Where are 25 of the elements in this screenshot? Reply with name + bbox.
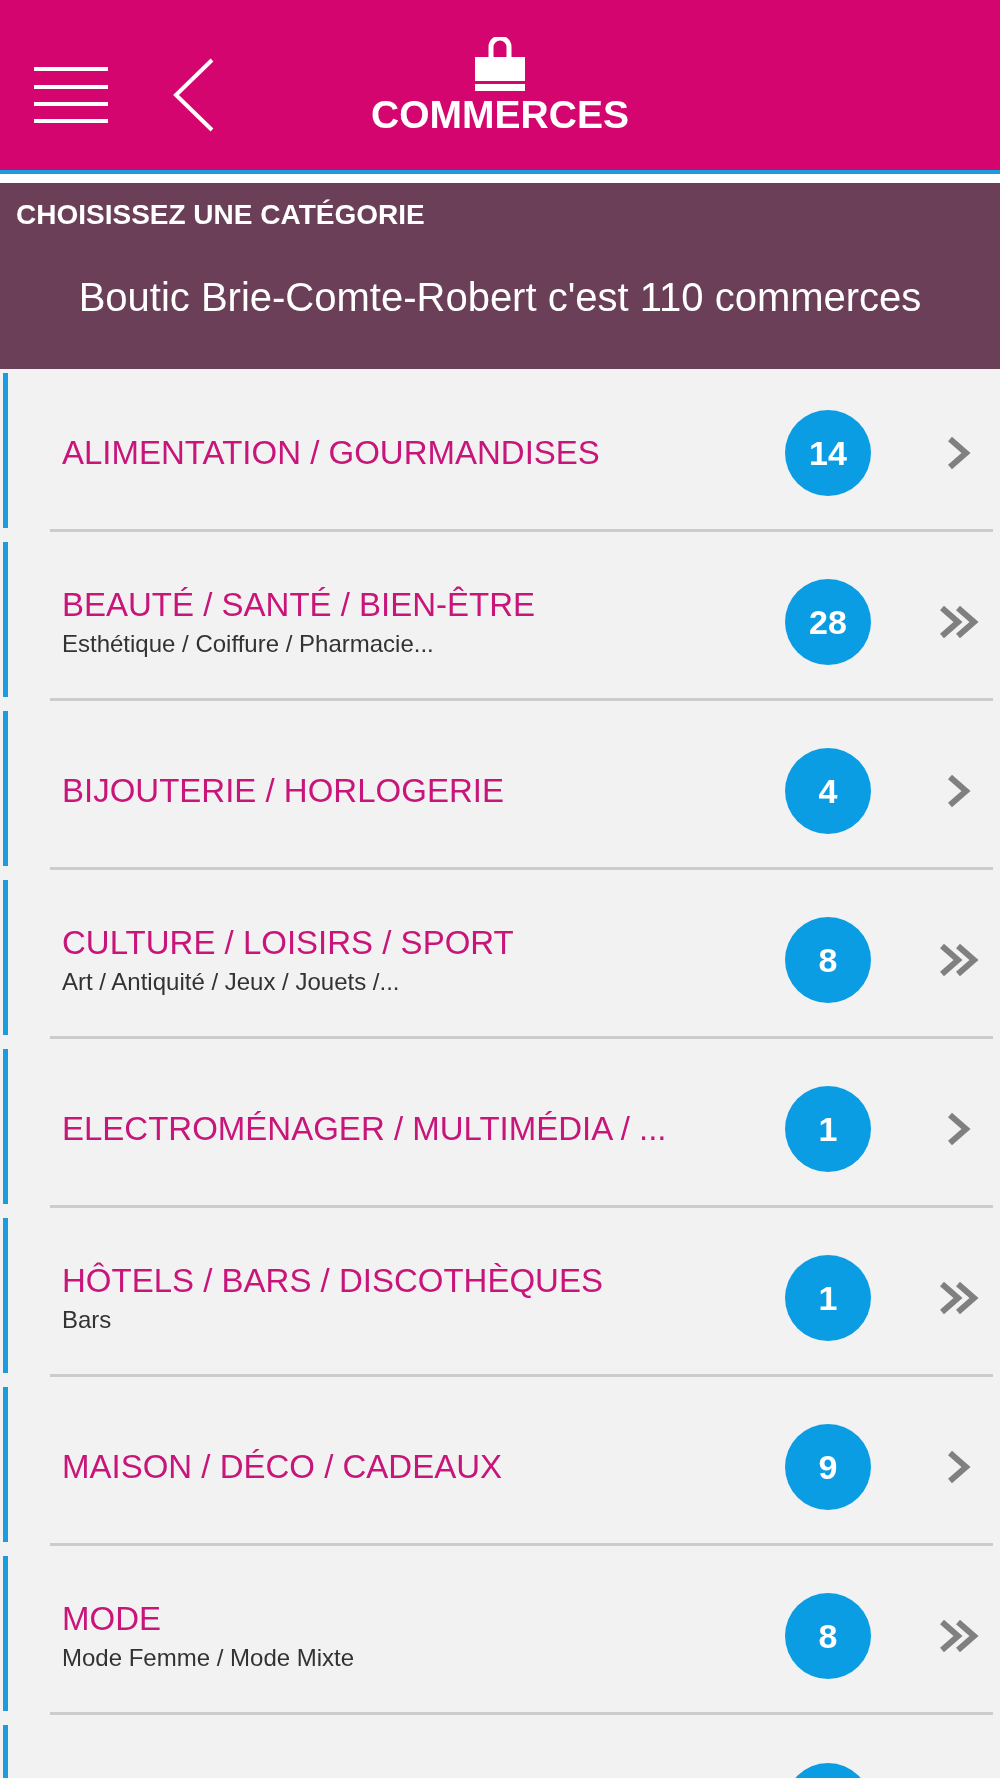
category-subtitle: Esthétique / Coiffure / Pharmacie... — [62, 630, 435, 658]
category-title: HÔTELS / BARS / DISCOTHÈQUES — [62, 1262, 604, 1300]
count-badge: 8 — [785, 1593, 871, 1679]
banner-heading: CHOISISSEZ UNE CATÉGORIE — [16, 199, 426, 231]
category-title: BIJOUTERIE / HORLOGERIE — [62, 772, 505, 810]
count-badge: 9 — [785, 1424, 871, 1510]
count-badge: 4 — [785, 748, 871, 834]
count-badge: 28 — [785, 579, 871, 665]
shopping-bag-icon — [473, 37, 527, 91]
page-title: COMMERCES — [371, 93, 629, 137]
category-title: BEAUTÉ / SANTÉ / BIEN-ÊTRE — [62, 586, 537, 624]
menu-icon[interactable] — [34, 66, 108, 124]
count-badge: 8 — [785, 917, 871, 1003]
category-subtitle: Art / Antiquité / Jeux / Jouets /... — [62, 968, 401, 996]
category-title: MAISON / DÉCO / CADEAUX — [62, 1448, 504, 1486]
category-title: CULTURE / LOISIRS / SPORT — [62, 924, 515, 962]
count-badge: 1 — [785, 1086, 871, 1172]
count-badge: 1 — [785, 1255, 871, 1341]
category-title: MODE — [62, 1600, 162, 1638]
category-title: ELECTROMÉNAGER / MULTIMÉDIA / ... — [62, 1110, 668, 1148]
banner-summary: Boutic Brie-Comte-Robert c'est 110 commerces — [77, 275, 923, 320]
category-title: ALIMENTATION / GOURMANDISES — [62, 434, 601, 472]
category-subtitle: Bars — [62, 1306, 113, 1334]
category-subtitle: Mode Femme / Mode Mixte — [62, 1644, 356, 1672]
count-badge: 14 — [785, 410, 871, 496]
